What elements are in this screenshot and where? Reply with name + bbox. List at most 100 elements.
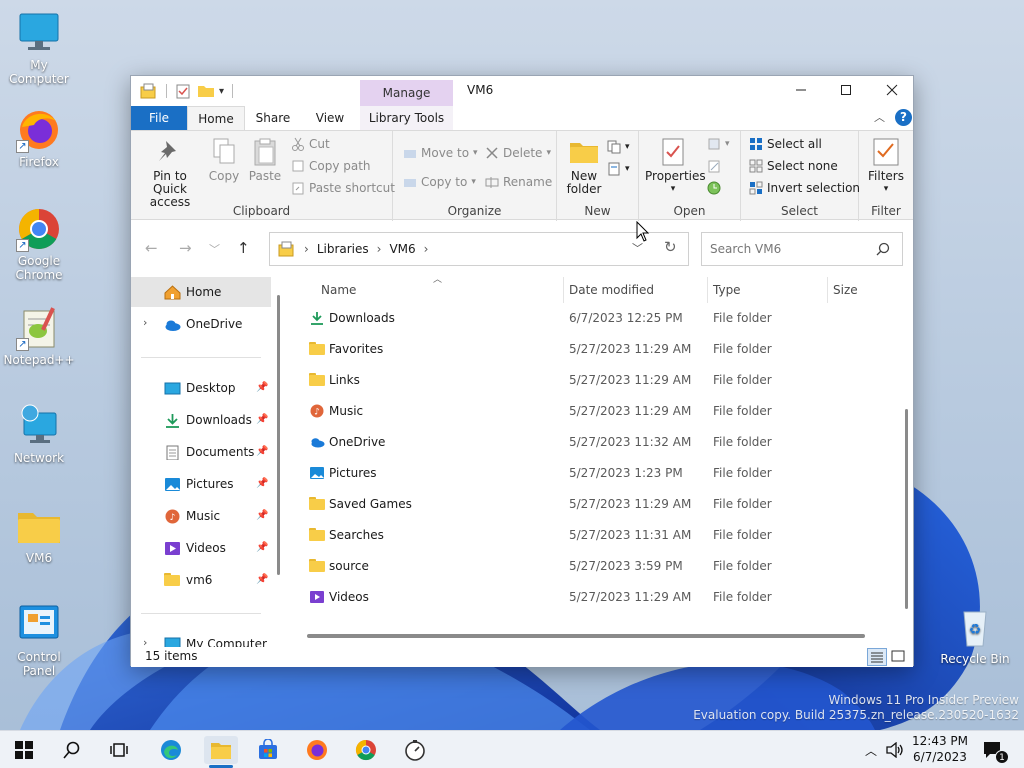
file-row-onedrive[interactable]: OneDrive 5/27/2023 11:32 AM File folder	[301, 427, 891, 458]
help-icon[interactable]: ?	[895, 109, 912, 126]
column-separator[interactable]	[563, 277, 564, 303]
horizontal-scrollbar-thumb[interactable]	[307, 634, 865, 638]
file-row-downloads[interactable]: Downloads 6/7/2023 12:25 PM File folder	[301, 303, 891, 334]
file-row-searches[interactable]: Searches 5/27/2023 11:31 AM File folder	[301, 520, 891, 551]
nav-scrollbar[interactable]	[276, 277, 281, 647]
properties-qat-icon[interactable]	[175, 83, 191, 99]
column-separator[interactable]	[707, 277, 708, 303]
chrome-taskbar-button[interactable]	[351, 736, 381, 764]
pin-to-quick-access-button[interactable]: Pin to Quick access	[137, 137, 203, 209]
control-panel-icon	[16, 602, 62, 648]
column-header-type[interactable]: Type	[713, 281, 741, 299]
desktop-icon-network[interactable]: Network	[0, 403, 78, 465]
column-header-size[interactable]: Size	[833, 281, 858, 299]
cut-button[interactable]: Cut	[291, 134, 330, 154]
large-icons-view-button[interactable]	[889, 648, 909, 666]
file-explorer-taskbar-button[interactable]	[204, 736, 238, 768]
edge-taskbar-button[interactable]	[156, 736, 186, 764]
vertical-scrollbar[interactable]	[904, 289, 910, 639]
breadcrumb-libraries[interactable]: Libraries	[317, 242, 369, 256]
filters-button[interactable]: Filters ▾	[863, 137, 909, 196]
desktop-icon-notepadpp[interactable]: ↗ Notepad++	[0, 305, 78, 367]
file-row-music[interactable]: ♪ Music 5/27/2023 11:29 AM File folder	[301, 396, 891, 427]
search-button[interactable]	[57, 736, 87, 764]
copy-to-button[interactable]: Copy to ▾	[403, 172, 476, 192]
minimize-button[interactable]	[778, 76, 824, 104]
search-box[interactable]: Search VM6	[701, 232, 903, 266]
paste-shortcut-button[interactable]: Paste shortcut	[291, 178, 395, 198]
forward-button[interactable]: →	[179, 239, 192, 257]
tab-view[interactable]: View	[301, 106, 359, 130]
nav-item-pictures[interactable]: Pictures 📌	[131, 469, 271, 499]
desktop-icon-my-computer[interactable]: My Computer	[0, 10, 78, 86]
chevron-right-icon[interactable]: ›	[143, 316, 147, 329]
file-row-favorites[interactable]: Favorites 5/27/2023 11:29 AM File folder	[301, 334, 891, 365]
refresh-icon[interactable]: ↻	[664, 238, 677, 256]
nav-item-downloads[interactable]: Downloads 📌	[131, 405, 271, 435]
properties-button[interactable]: Properties ▾	[645, 137, 706, 196]
move-to-button[interactable]: Move to ▾	[403, 143, 478, 163]
title-bar[interactable]: ▾ Manage VM6	[131, 76, 915, 107]
desktop-icon-vm6[interactable]: VM6	[0, 503, 78, 565]
new-folder-button[interactable]: New folder	[563, 137, 605, 196]
file-row-videos[interactable]: Videos 5/27/2023 11:29 AM File folder	[301, 582, 891, 613]
maximize-button[interactable]	[823, 76, 869, 104]
file-row-links[interactable]: Links 5/27/2023 11:29 AM File folder	[301, 365, 891, 396]
address-bar[interactable]: › Libraries › VM6 › ﹀ ↻	[269, 232, 689, 266]
nav-item-music[interactable]: ♪ Music 📌	[131, 501, 271, 531]
tab-home[interactable]: Home	[187, 106, 245, 130]
select-none-button[interactable]: Select none	[749, 156, 838, 176]
rename-button[interactable]: Rename	[485, 172, 552, 192]
select-all-button[interactable]: Select all	[749, 134, 822, 154]
taskbar-clock[interactable]: 12:43 PM 6/7/2023	[904, 733, 976, 765]
edit-button[interactable]	[707, 156, 721, 176]
recent-locations-button[interactable]: ﹀	[209, 241, 220, 257]
copy-path-button[interactable]: Copy path	[291, 156, 371, 176]
start-button[interactable]	[9, 736, 39, 764]
copy-button[interactable]: Copy	[205, 137, 243, 183]
tab-library-tools[interactable]: Library Tools	[360, 106, 453, 130]
tab-share[interactable]: Share	[245, 106, 301, 130]
desktop-icon-recycle-bin[interactable]: ♻ Recycle Bin	[936, 604, 1014, 666]
nav-item-home[interactable]: Home	[131, 277, 271, 307]
up-button[interactable]: ↑	[237, 239, 250, 257]
desktop-icon-firefox[interactable]: ↗ Firefox	[0, 107, 78, 169]
invert-selection-button[interactable]: Invert selection	[749, 178, 860, 198]
breadcrumb-vm6[interactable]: VM6	[389, 242, 415, 256]
nav-item-desktop[interactable]: Desktop 📌	[131, 373, 271, 403]
close-button[interactable]	[869, 76, 915, 104]
history-button[interactable]	[707, 178, 721, 198]
task-view-button[interactable]	[104, 736, 134, 764]
notifications-button[interactable]: 1	[978, 736, 1009, 764]
delete-button[interactable]: Delete ▾	[485, 143, 551, 163]
easy-access-button[interactable]: ▾	[607, 159, 630, 179]
clock-app-taskbar-button[interactable]	[400, 736, 430, 764]
column-header-date[interactable]: Date modified	[569, 281, 654, 299]
details-view-button[interactable]	[867, 648, 887, 666]
firefox-taskbar-button[interactable]	[302, 736, 332, 764]
collapse-ribbon-icon[interactable]: ︿	[874, 109, 885, 125]
new-item-button[interactable]: ▾	[607, 137, 630, 157]
column-separator[interactable]	[827, 277, 828, 303]
nav-item-vm6[interactable]: vm6 📌	[131, 565, 271, 595]
chevron-right-icon[interactable]: ›	[143, 636, 147, 647]
store-taskbar-button[interactable]	[253, 736, 283, 764]
file-row-source[interactable]: source 5/27/2023 3:59 PM File folder	[301, 551, 891, 582]
column-header-name[interactable]: Name	[321, 281, 356, 299]
open-button[interactable]: ▾	[707, 134, 730, 154]
nav-item-videos[interactable]: Videos 📌	[131, 533, 271, 563]
file-row-saved-games[interactable]: Saved Games 5/27/2023 11:29 AM File fold…	[301, 489, 891, 520]
nav-item-onedrive[interactable]: › OneDrive	[131, 309, 271, 339]
nav-item-my-computer[interactable]: › My Computer	[131, 629, 271, 647]
new-folder-qat-icon[interactable]	[197, 83, 215, 99]
nav-item-documents[interactable]: Documents 📌	[131, 437, 271, 467]
nav-scrollbar-thumb[interactable]	[277, 295, 280, 575]
file-row-pictures[interactable]: Pictures 5/27/2023 1:23 PM File folder	[301, 458, 891, 489]
tab-file[interactable]: File	[131, 106, 187, 130]
vertical-scrollbar-thumb[interactable]	[905, 409, 908, 609]
back-button[interactable]: ←	[145, 239, 158, 257]
paste-button[interactable]: Paste	[245, 137, 285, 183]
desktop-icon-chrome[interactable]: ↗ Google Chrome	[0, 206, 78, 282]
desktop-icon-control-panel[interactable]: Control Panel	[0, 602, 78, 678]
qat-dropdown-icon[interactable]: ▾	[219, 86, 224, 97]
